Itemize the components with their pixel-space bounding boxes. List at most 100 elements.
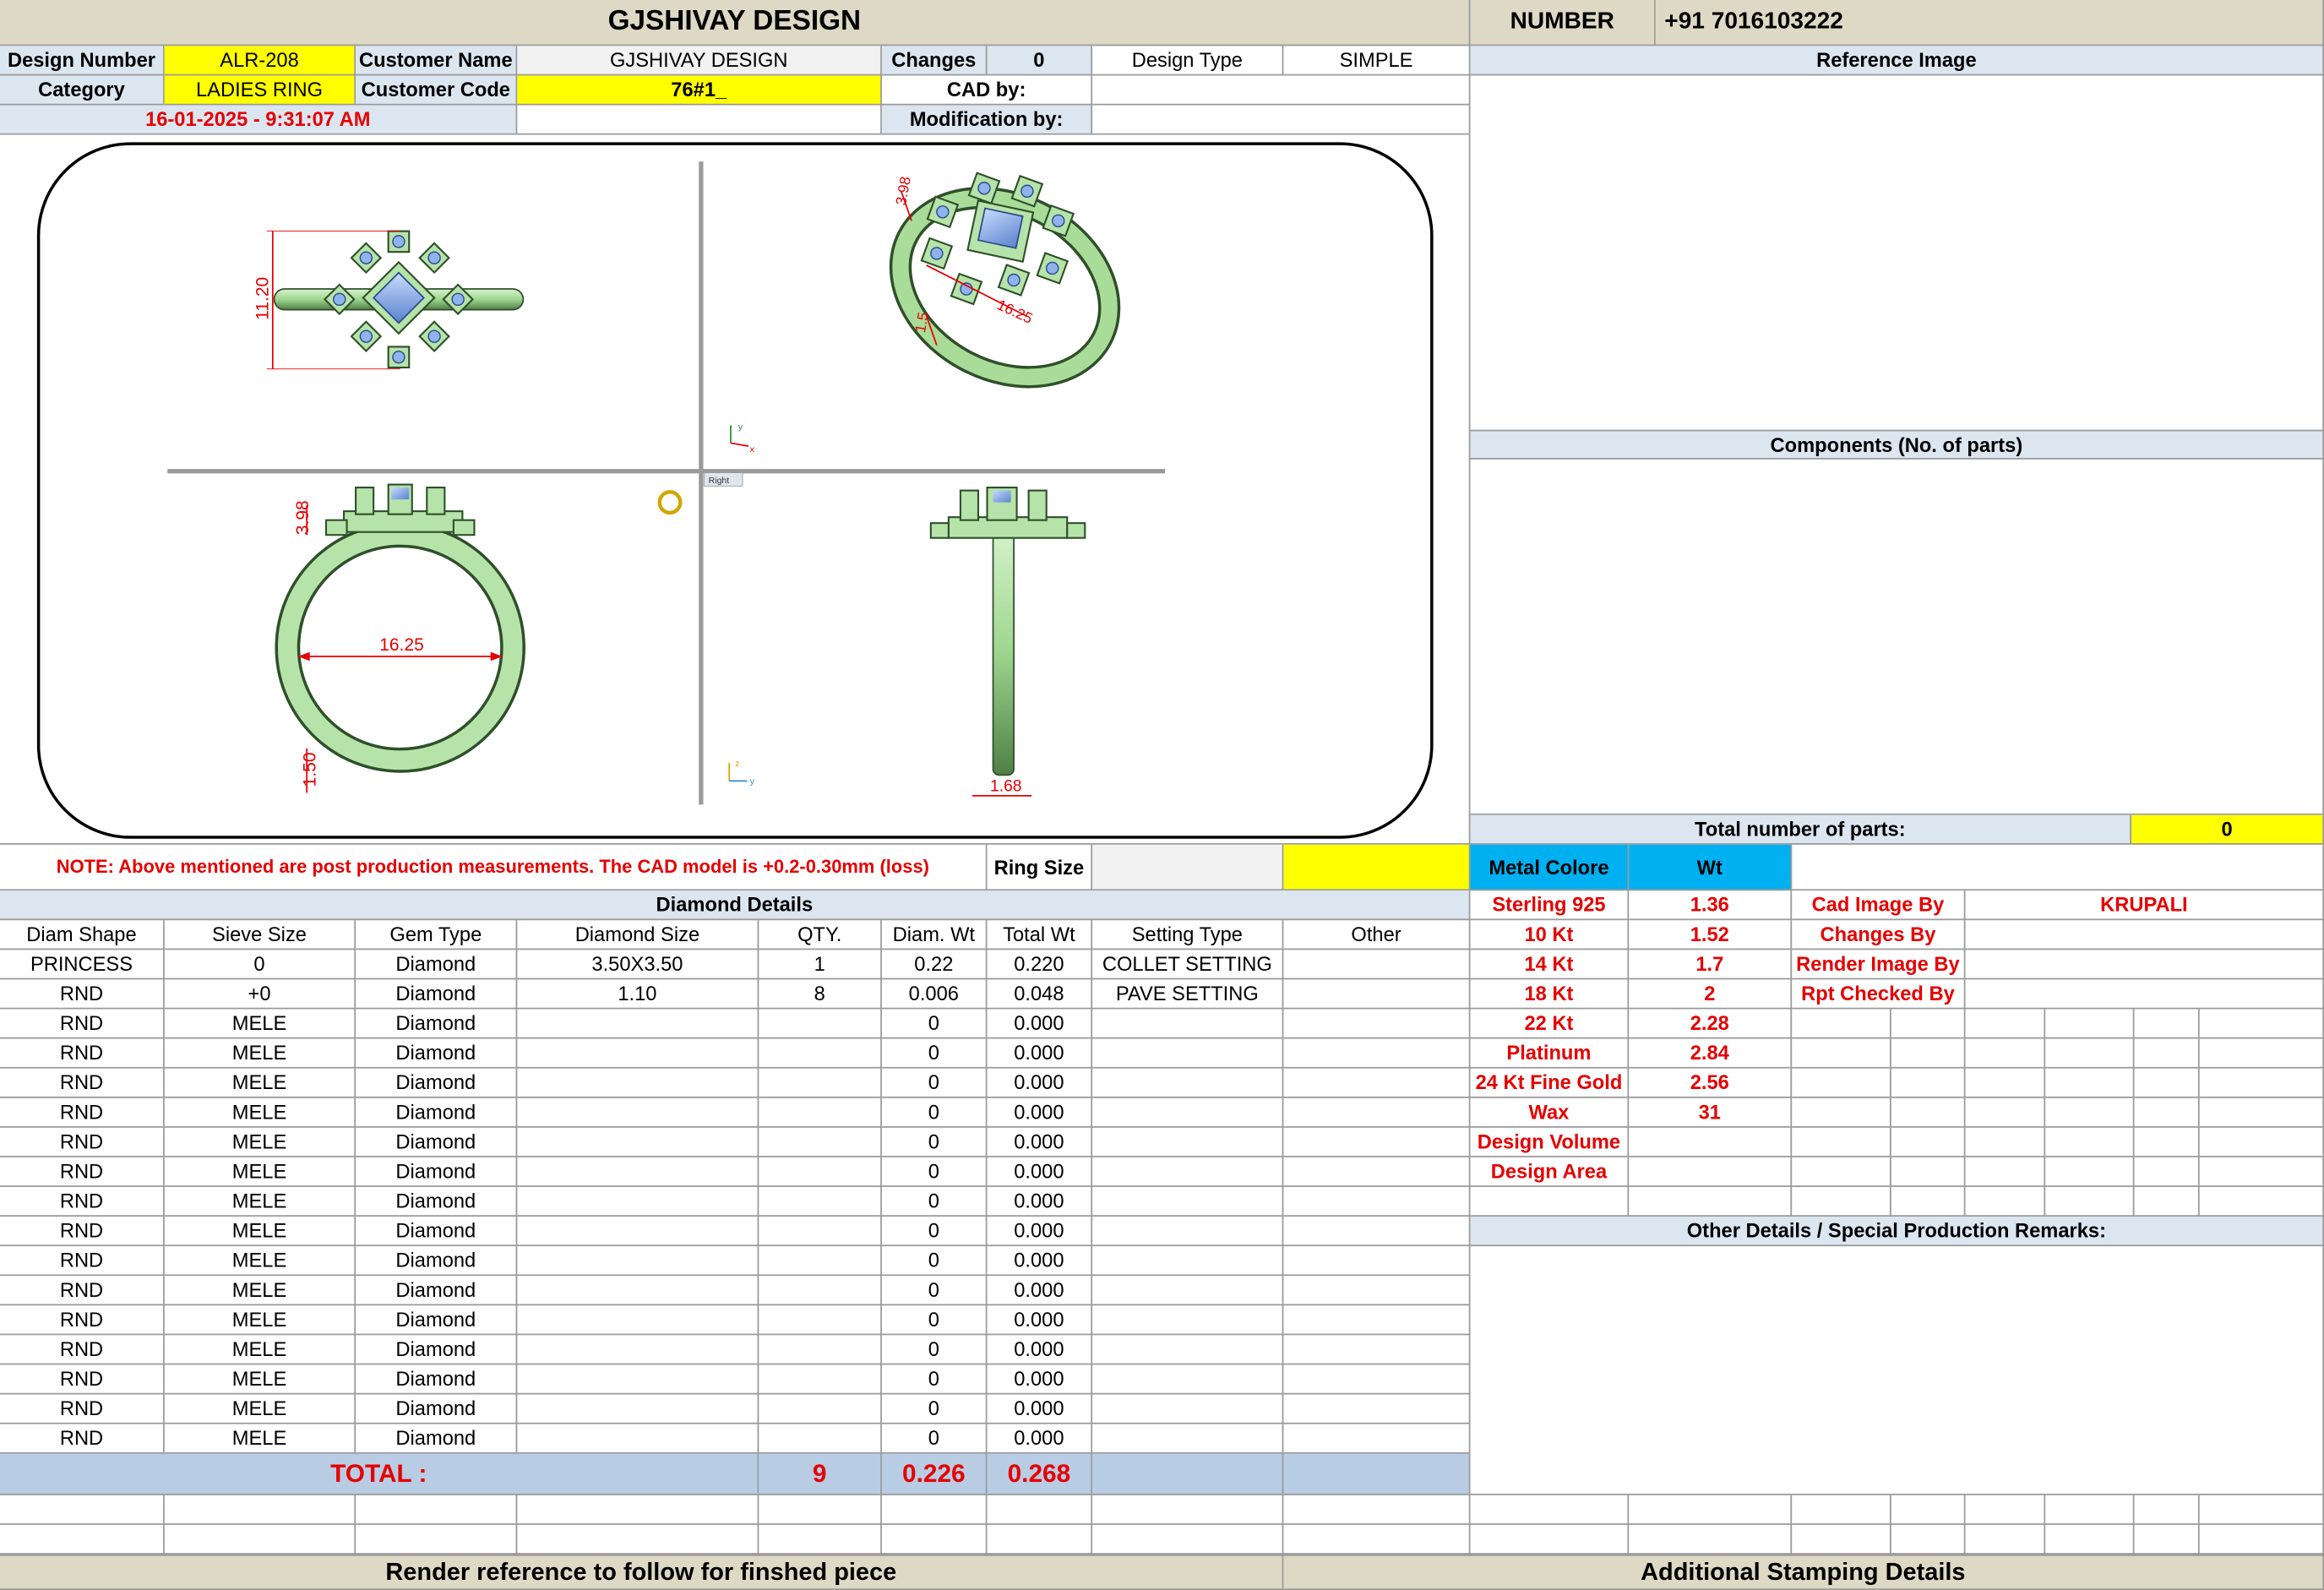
diamond-cell-gem-type: Diamond: [356, 1157, 518, 1187]
metal-name: 22 Kt: [1470, 1009, 1630, 1039]
diamond-cell-gem-type: Diamond: [356, 979, 518, 1010]
diamond-cell-total-wt: 0.000: [987, 1305, 1093, 1336]
diamond-cell-total-wt: 0.000: [987, 1335, 1093, 1365]
header-diamond-size: Diamond Size: [517, 920, 759, 950]
diamond-cell-sieve-size: MELE: [164, 1038, 356, 1069]
grid-blank: [2134, 1068, 2200, 1098]
grid-blank: [2199, 1186, 2324, 1217]
empty-cell: [1792, 1495, 1891, 1525]
credit-label: Render Image By: [1792, 950, 1966, 980]
diamond-cell-diam-shape: RND: [0, 1068, 165, 1098]
diamond-cell-qty: 1: [759, 950, 882, 980]
diamond-cell-setting-type: [1092, 1305, 1284, 1336]
metal-name: 10 Kt: [1470, 920, 1630, 950]
svg-text:x: x: [750, 444, 755, 455]
diamond-cell-total-wt: 0.000: [987, 1009, 1093, 1039]
grid-blank: [1891, 1038, 1966, 1069]
header-qty: QTY.: [759, 920, 882, 950]
diamond-cell-gem-type: Diamond: [356, 1217, 518, 1247]
empty-cell: [1891, 1524, 1966, 1555]
components-area: [1470, 459, 2324, 815]
grid-blank: [1891, 1097, 1966, 1128]
diamond-cell-diamond-size: [517, 1097, 759, 1128]
diamond-cell-diam-shape: RND: [0, 1424, 165, 1454]
diamond-cell-other: [1283, 1364, 1471, 1395]
grid-blank: [2045, 1186, 2135, 1217]
metal-wt-header: Wt: [1629, 844, 1793, 891]
diamond-cell-sieve-size: MELE: [164, 1157, 356, 1187]
company-title: GJSHIVAY DESIGN: [0, 0, 1471, 46]
diamond-cell-sieve-size: MELE: [164, 1364, 356, 1395]
grid-blank: [1965, 1097, 2046, 1128]
diamond-cell-setting-type: [1092, 1217, 1284, 1247]
diamond-cell-diam-wt: 0: [881, 1217, 988, 1247]
diamond-cell-setting-type: [1092, 1127, 1284, 1157]
header-diam-wt: Diam. Wt: [881, 920, 988, 950]
diamond-cell-setting-type: [1092, 1009, 1284, 1039]
diamond-cell-other: [1283, 1009, 1471, 1039]
diamond-cell-other: [1283, 950, 1471, 980]
cad-render: 11.20 3.98 16.25 1.5 3.98 16.25 1.50 1.6…: [36, 142, 1434, 839]
diamond-cell-other: [1283, 1276, 1471, 1306]
diamond-cell-total-wt: 0.000: [987, 1424, 1093, 1454]
diamond-cell-sieve-size: MELE: [164, 1186, 356, 1217]
empty-cell: [517, 1495, 759, 1525]
diamond-cell-other: [1283, 1186, 1471, 1217]
diamond-cell-diam-wt: 0: [881, 1394, 988, 1424]
diamond-cell-other: [1283, 1157, 1471, 1187]
diamond-cell-qty: [759, 1364, 882, 1395]
grid-blank: [2045, 1009, 2135, 1039]
metal-blank: [1629, 1186, 1793, 1217]
empty-cell: [1891, 1495, 1966, 1525]
diamond-cell-setting-type: [1092, 1394, 1284, 1424]
diamond-cell-diamond-size: [517, 1038, 759, 1069]
credit-value: KRUPALI: [1965, 890, 2324, 921]
grid-blank: [1891, 1127, 1966, 1157]
diamond-cell-diamond-size: 1.10: [517, 979, 759, 1010]
grid-blank: [1792, 1127, 1891, 1157]
metal-wt: 2.28: [1629, 1009, 1793, 1039]
credit-label: Rpt Checked By: [1792, 979, 1966, 1010]
grid-blank: [1792, 1186, 1891, 1217]
empty-cell: [1283, 1524, 1471, 1555]
diamond-cell-sieve-size: MELE: [164, 1246, 356, 1277]
diamond-cell-setting-type: [1092, 1424, 1284, 1454]
diamond-cell-diam-wt: 0.006: [881, 979, 988, 1010]
grid-blank: [2199, 1038, 2324, 1069]
diamond-cell-diam-wt: 0: [881, 1424, 988, 1454]
diamond-cell-diam-shape: RND: [0, 1217, 165, 1247]
grid-blank: [1891, 1068, 1966, 1098]
diamond-cell-other: [1283, 1068, 1471, 1098]
diamond-cell-gem-type: Diamond: [356, 1305, 518, 1336]
diamond-cell-other: [1283, 1217, 1471, 1247]
diamond-cell-setting-type: [1092, 1246, 1284, 1277]
diamond-cell-gem-type: Diamond: [356, 1246, 518, 1277]
empty-cell: [1965, 1524, 2046, 1555]
metal-header-blank: [1792, 844, 2324, 891]
diamond-cell-qty: [759, 1127, 882, 1157]
empty-cell: [2045, 1495, 2135, 1525]
grid-blank: [1965, 1038, 2046, 1069]
components-header: Components (No. of parts): [1470, 429, 2324, 460]
render-reference-footer: Render reference to follow for finshed p…: [0, 1554, 1284, 1590]
grid-blank: [2134, 1127, 2200, 1157]
diamond-cell-qty: [759, 1335, 882, 1365]
metal-colore-header: Metal Colore: [1470, 844, 1630, 891]
diamond-cell-setting-type: [1092, 1335, 1284, 1365]
diamond-cell-diamond-size: [517, 1068, 759, 1098]
diamond-cell-sieve-size: 0: [164, 950, 356, 980]
diamond-cell-other: [1283, 1038, 1471, 1069]
diamond-cell-diam-shape: RND: [0, 1127, 165, 1157]
diamond-cell-qty: [759, 1217, 882, 1247]
customer-code-label: Customer Code: [356, 75, 518, 106]
empty-cell: [881, 1495, 988, 1525]
diamond-cell-diamond-size: [517, 1186, 759, 1217]
total-wt: 0.268: [987, 1453, 1093, 1495]
stamping-footer: Additional Stamping Details: [1283, 1554, 2324, 1590]
diamond-cell-total-wt: 0.000: [987, 1276, 1093, 1306]
diamond-cell-diamond-size: [517, 1246, 759, 1277]
customer-name-value: GJSHIVAY DESIGN: [517, 46, 882, 76]
grid-blank: [2199, 1157, 2324, 1187]
empty-cell: [1092, 1495, 1284, 1525]
diamond-cell-setting-type: [1092, 1364, 1284, 1395]
